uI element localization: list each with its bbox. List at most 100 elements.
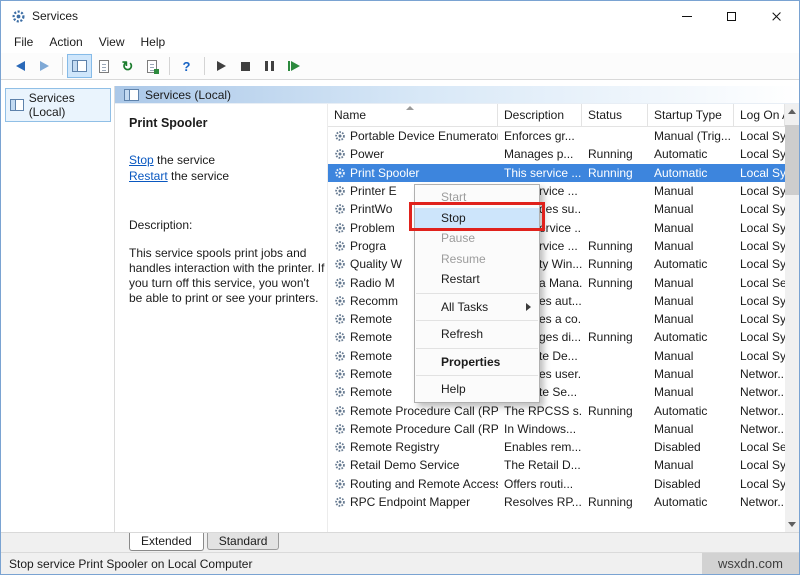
service-row[interactable]: Radio Ma Mana...RunningManualLocal Se... [328,273,785,291]
results-pane-header: Services (Local) [115,86,799,104]
service-startup-type: Manual [654,348,694,363]
service-row[interactable]: Remoteges di...RunningAutomaticLocal Sy.… [328,328,785,346]
service-row[interactable]: Recommes aut...ManualLocal Sy... [328,292,785,310]
close-icon [771,11,782,22]
scrollbar-thumb[interactable] [785,125,799,195]
restart-service-icon [287,61,300,71]
selected-service-title: Print Spooler [129,116,208,130]
service-row[interactable]: Quality Wty Win... Running Automatic Local … [328,255,785,273]
start-service-button[interactable] [210,55,233,77]
status-text: Stop service Print Spooler on Local Comp… [9,556,253,571]
menu-item-pause[interactable]: Pause [415,228,539,249]
service-row[interactable]: Remote Registry Enables rem... Disabled Loc… [328,438,785,456]
minimize-button[interactable] [664,1,709,31]
service-row[interactable]: Routing and Remote Access Offers routi...… [328,475,785,493]
help-button[interactable]: ? [175,55,198,77]
services-app-icon [10,8,26,24]
column-header-description[interactable]: Description [498,104,582,126]
column-header-log-on-as[interactable]: Log On As [734,104,785,126]
properties-button[interactable] [92,55,115,77]
service-status [582,347,648,365]
vertical-scrollbar[interactable] [785,104,799,532]
service-row[interactable]: Printer Ervice ...ManualLocal Sy... [328,182,785,200]
service-status [582,456,648,474]
restart-link-suffix: the service [167,169,230,183]
service-logon: Networ... [740,403,785,418]
service-row[interactable]: Remotete De...ManualLocal Sy... [328,347,785,365]
pause-service-icon [265,61,274,71]
refresh-button[interactable]: ↻ [116,55,139,77]
pause-service-button[interactable] [258,55,281,77]
service-row[interactable]: Remotees user...ManualNetwor... [328,365,785,383]
tab-extended[interactable]: Extended [129,533,204,551]
service-gear-icon [335,314,345,324]
service-description: Resolves RP... [504,495,582,510]
close-button[interactable] [754,1,799,31]
service-gear-icon [335,478,345,489]
menu-action[interactable]: Action [41,32,90,52]
service-row[interactable]: Portable Device Enumerator... Enforces gr… [328,127,785,145]
column-header-startup-type[interactable]: Startup Type [648,104,734,126]
service-row[interactable]: Print Spooler This service ... Running Auto… [328,163,785,182]
forward-button[interactable] [33,55,56,77]
tab-standard[interactable]: Standard [206,533,280,550]
back-button[interactable] [9,55,32,77]
scroll-down-button[interactable] [785,517,799,532]
service-row[interactable]: Problemervice ...ManualLocal Sy... [328,218,785,236]
refresh-icon: ↻ [121,58,134,74]
service-status [582,475,648,493]
stop-service-link[interactable]: Stop [129,153,154,167]
service-logon: Local Se... [740,440,785,455]
tree-item-services-local[interactable]: Services (Local) [5,88,111,122]
service-startup-type: Manual [654,385,694,400]
menu-item-refresh[interactable]: Refresh [415,324,539,345]
column-header-name[interactable]: Name [328,104,498,126]
service-row[interactable]: Retail Demo Service The Retail D... Manual… [328,456,785,474]
scroll-up-button[interactable] [785,104,799,119]
tree-item-label: Services (Local) [28,91,75,119]
service-row[interactable]: Remotees a co...ManualLocal Sy... [328,310,785,328]
menu-view[interactable]: View [91,32,133,52]
stop-service-button[interactable] [234,55,257,77]
service-status: Running [588,257,633,272]
maximize-button[interactable] [709,1,754,31]
service-status: Running [588,275,633,290]
export-list-button[interactable] [140,55,163,77]
service-startup-type: Manual [654,458,694,473]
menu-item-resume[interactable]: Resume [415,249,539,270]
service-logon: Local Sy... [740,129,785,144]
menu-separator [416,292,538,294]
menu-item-properties[interactable]: Properties [415,352,539,373]
service-row[interactable]: Remote Procedure Call (RP... In Windows..… [328,420,785,438]
menu-file[interactable]: File [6,32,41,52]
service-startup-type: Manual [654,421,694,436]
menu-help[interactable]: Help [133,32,174,52]
service-row[interactable]: Power Manages p... Running Automatic Local S… [328,145,785,163]
show-console-tree-button[interactable] [67,54,92,78]
service-row[interactable]: Remote te Se... Manual Networ... [328,383,785,401]
service-status: Running [588,165,633,180]
service-row[interactable]: RPC Endpoint Mapper Resolves RP... Running… [328,493,785,511]
service-logon: Local Sy... [740,348,785,363]
service-logon: Local Sy... [740,330,785,345]
service-description-text: This service spools print jobs and handl… [129,246,325,305]
column-header-status[interactable]: Status [582,104,648,126]
service-row[interactable]: Remote Procedure Call (RPC) The RPCSS s..… [328,401,785,419]
minimize-icon [681,15,692,17]
menu-item-restart[interactable]: Restart [415,269,539,290]
service-description: In Windows... [504,421,577,436]
service-startup-type: Automatic [654,257,708,272]
menu-item-label: Properties [441,354,501,369]
menu-item-all-tasks[interactable]: All Tasks [415,297,539,318]
service-name: Remote Procedure Call (RP... [328,420,498,438]
menu-item-help[interactable]: Help [415,379,539,400]
service-startup-type: Manual [654,293,694,308]
restart-service-link[interactable]: Restart [129,169,168,183]
restart-service-button[interactable] [282,55,305,77]
service-status [582,127,648,145]
service-row[interactable]: PrintWodes su...ManualLocal Sy... [328,200,785,218]
watermark: wsxdn.com [701,553,799,574]
service-description: Enforces gr... [504,129,575,144]
sort-ascending-icon [406,106,414,110]
service-row[interactable]: Prograrvice ...RunningManualLocal Sy... [328,237,785,255]
